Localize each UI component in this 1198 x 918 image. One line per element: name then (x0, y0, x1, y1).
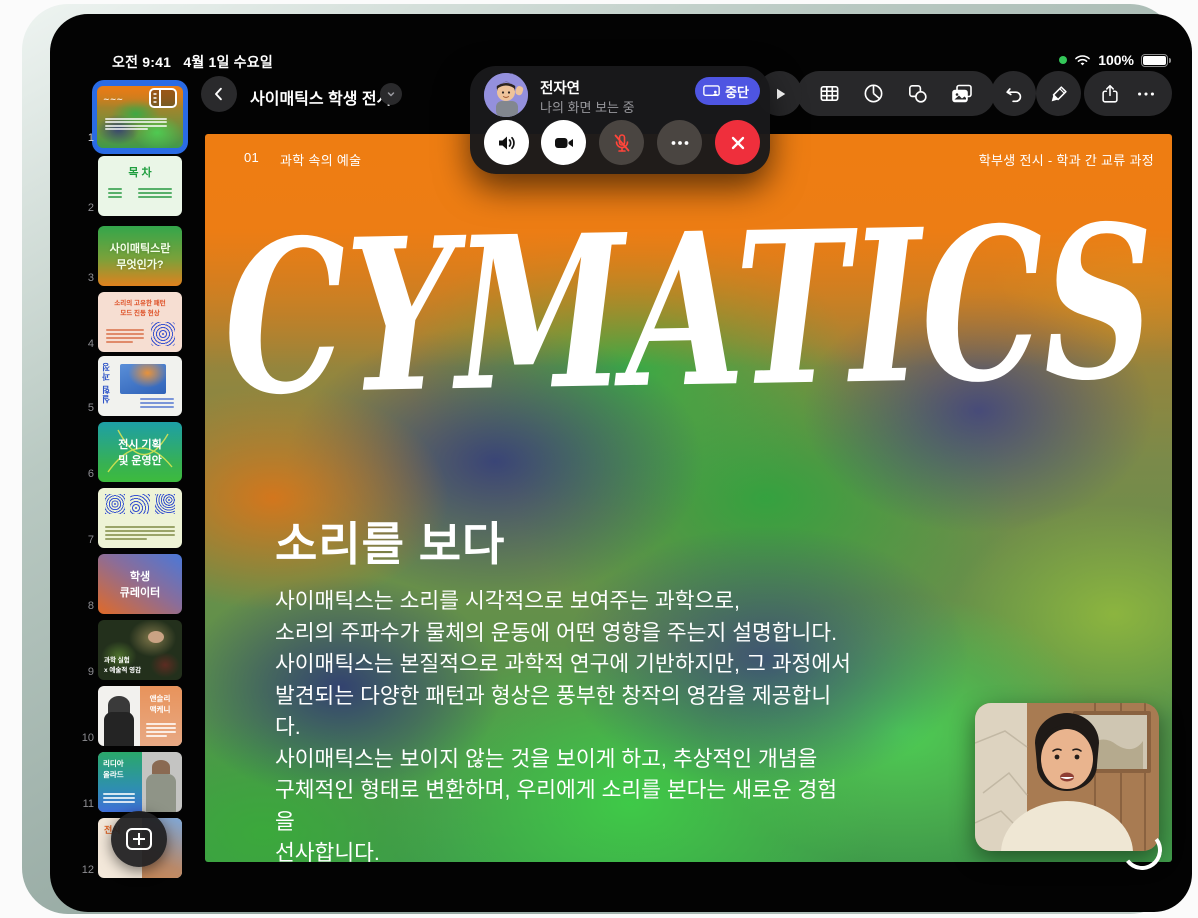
call-more-button[interactable] (657, 120, 702, 165)
slide-body-text: 사이매틱스는 소리를 시각적으로 보여주는 과학으로, 소리의 주파수가 물체의… (275, 586, 855, 862)
slide-heading: 소리를 보다 (275, 508, 505, 574)
status-bar-left: 오전 9:41 4월 1일 수요일 (112, 52, 273, 72)
slide-thumbnail-8[interactable]: 학생 큐레이터 (98, 554, 182, 614)
ellipsis-icon (668, 131, 692, 155)
battery-percent: 100% (1098, 52, 1134, 68)
insert-table-button[interactable] (818, 82, 841, 105)
slide-number: 3 (80, 272, 94, 284)
share-button[interactable] (1099, 83, 1121, 105)
pattern-figure (151, 322, 175, 346)
slide-number: 6 (80, 468, 94, 480)
speaker-icon (495, 131, 519, 155)
slide-number: 9 (80, 666, 94, 678)
insert-media-button[interactable] (950, 82, 974, 106)
draw-button[interactable] (1036, 71, 1081, 116)
slide-thumbnail-5[interactable]: 실험 과정 (98, 356, 182, 416)
slide-thumbnail-4[interactable]: 소리의 고유한 패턴 모드 진동 현상 (98, 292, 182, 352)
participant-name: 전자연 (540, 77, 580, 98)
slide-number: 8 (80, 600, 94, 612)
photos-icon (950, 82, 974, 106)
slide-number: 4 (80, 338, 94, 350)
insert-toolbar (797, 71, 995, 116)
memoji-icon (484, 73, 528, 117)
video-camera-icon (552, 131, 576, 155)
insert-shape-button[interactable] (906, 82, 929, 105)
close-icon (728, 133, 748, 153)
slide-number: 11 (80, 798, 94, 810)
share-icon (1099, 83, 1121, 105)
status-bar-right: 100% (1059, 52, 1168, 68)
slide-header-right: 학부생 전시 - 학과 간 교류 과정 (979, 150, 1154, 169)
insert-chart-button[interactable] (862, 82, 885, 105)
mic-mute-button[interactable] (599, 120, 644, 165)
stop-sharing-button[interactable]: 중단 (695, 77, 760, 105)
slide-header-left: 과학 속의 예술 (280, 150, 361, 169)
table-icon (818, 82, 841, 105)
sharing-status: 나의 화면 보는 중 (540, 97, 635, 116)
portrait-figure (146, 774, 176, 812)
pip-video-frame (975, 703, 1159, 851)
back-button[interactable] (201, 76, 237, 112)
slide-thumbnail-7[interactable] (98, 488, 182, 548)
camera-button[interactable] (541, 120, 586, 165)
clock: 오전 9:41 (112, 54, 171, 70)
slide-number: 2 (80, 202, 94, 214)
screen-share-icon (703, 85, 720, 98)
slide-header-number: 01 (244, 150, 259, 165)
ellipsis-icon (1135, 83, 1157, 105)
slide-number: 10 (80, 732, 94, 744)
slide-thumbnail-11[interactable]: 리디아 올라드 (98, 752, 182, 812)
document-title-menu-button[interactable] (380, 83, 402, 105)
slide-thumbnail-3[interactable]: 사이매틱스란 무엇인가? (98, 226, 182, 286)
pie-chart-icon (862, 82, 885, 105)
document-title[interactable]: 사이매틱스 학생 전시 (250, 85, 391, 109)
battery-icon (1141, 54, 1168, 67)
add-slide-button[interactable] (111, 811, 167, 867)
play-icon (771, 85, 789, 103)
shapes-icon (906, 82, 929, 105)
art-title-text: CYMATICS (222, 184, 1156, 439)
ipad-screen: 오전 9:41 4월 1일 수요일 100% 사이매틱스 학생 전시 (50, 14, 1192, 912)
camera-indicator-icon (1059, 56, 1067, 64)
portrait-figure (152, 760, 170, 774)
pattern-figure (130, 494, 150, 514)
photo-figure (120, 364, 166, 394)
chevron-left-icon (210, 85, 228, 103)
ipad-frame: 오전 9:41 4월 1일 수요일 100% 사이매틱스 학생 전시 (22, 4, 1176, 914)
slide-art-title: CYMATICS (213, 184, 1165, 439)
date: 4월 1일 수요일 (183, 54, 273, 70)
chevron-down-icon (385, 88, 397, 100)
speaker-button[interactable] (484, 120, 529, 165)
ipad-screenshot: 오전 9:41 4월 1일 수요일 100% 사이매틱스 학생 전시 (0, 0, 1198, 918)
pattern-figure (155, 494, 175, 514)
slide-thumbnail-9[interactable]: 과학 실험 x 예술적 영감 (98, 620, 182, 680)
undo-icon (1003, 83, 1025, 105)
sidebar-toggle-button[interactable] (148, 86, 178, 110)
pattern-figure (105, 494, 125, 514)
slide-thumbnail-2[interactable]: 목 차 (98, 156, 182, 216)
share-more-toolbar (1084, 71, 1172, 116)
brush-icon (1048, 83, 1070, 105)
slide-number: 12 (80, 864, 94, 876)
portrait-figure (104, 712, 134, 746)
end-call-button[interactable] (715, 120, 760, 165)
slide-number: 1 (80, 132, 94, 144)
facetime-pip-video[interactable] (975, 703, 1159, 851)
slide-number: 7 (80, 534, 94, 546)
more-button[interactable] (1135, 83, 1157, 105)
sidebar-toggle-icon (148, 86, 178, 110)
wifi-icon (1074, 54, 1091, 67)
stop-sharing-label: 중단 (725, 82, 749, 101)
add-slide-icon (126, 828, 152, 850)
slide-thumbnail-6[interactable]: 전시 기획 및 운영안 (98, 422, 182, 482)
undo-button[interactable] (991, 71, 1036, 116)
facetime-overlay: 전자연 나의 화면 보는 중 중단 (470, 66, 770, 174)
mic-muted-icon (610, 131, 634, 155)
participant-avatar (484, 73, 528, 117)
photo-face-figure (148, 631, 164, 643)
slide-thumbnail-10[interactable]: 앤슬리 맥케니 (98, 686, 182, 746)
slide-number: 5 (80, 402, 94, 414)
